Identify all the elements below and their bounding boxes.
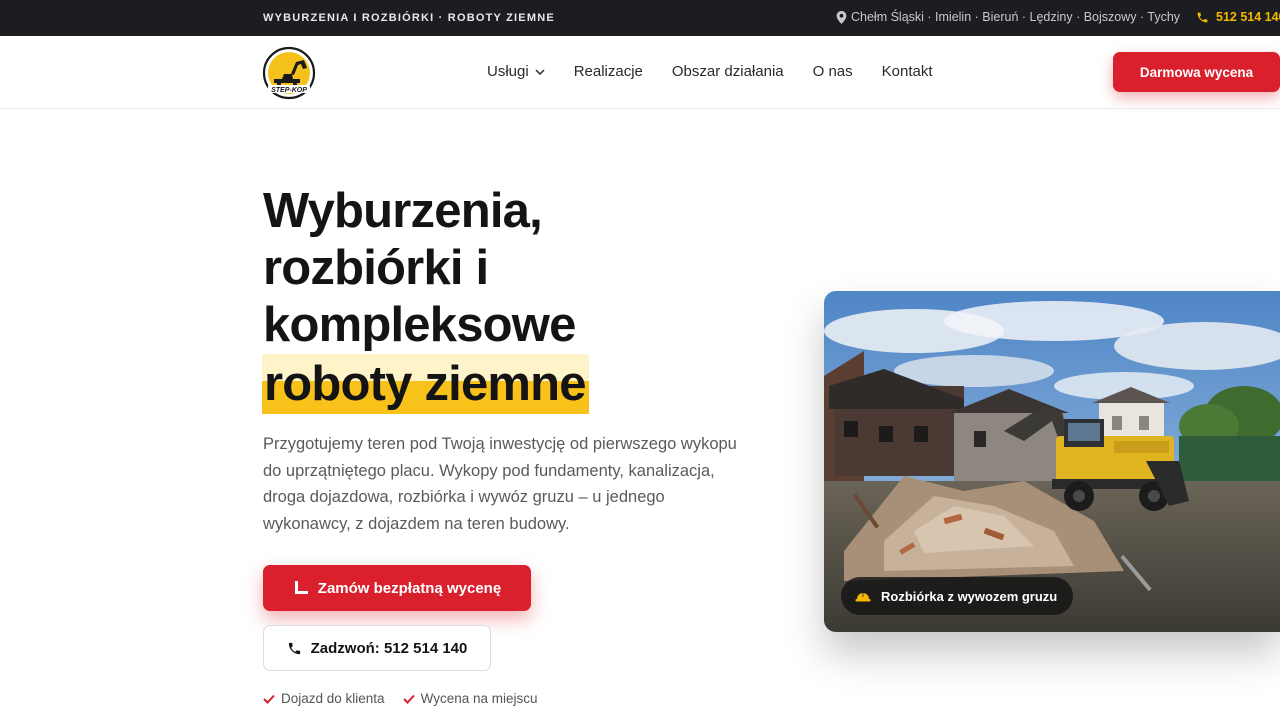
- ruler-icon: [294, 581, 308, 594]
- photo-caption-text: Rozbiórka z wywozem gruzu: [881, 588, 1058, 604]
- nav-projects[interactable]: Realizacje: [574, 63, 643, 80]
- hard-hat-icon: [855, 592, 871, 602]
- benefit-list: Dojazd do klienta Wycena na miejscu: [263, 691, 538, 706]
- nav-contact[interactable]: Kontakt: [882, 63, 933, 80]
- benefit-item: Wycena na miejscu: [402, 691, 538, 706]
- benefit-item: Dojazd do klienta: [263, 691, 385, 706]
- main-nav: Usługi Realizacje Obszar działania O nas…: [487, 63, 933, 80]
- call-button-label: Zadzwoń: 512 514 140: [310, 639, 468, 657]
- step-kop-logo[interactable]: STEP-KOP: [262, 46, 316, 100]
- logo-text: STEP-KOP: [271, 87, 307, 94]
- benefit-label: Wycena na miejscu: [420, 691, 538, 706]
- top-phone-number: 512 514 140: [1216, 10, 1280, 24]
- call-button[interactable]: Zadzwoń: 512 514 140: [263, 625, 491, 671]
- nav-services[interactable]: Usługi: [487, 63, 545, 80]
- hero-title-line-1: Wyburzenia,: [263, 184, 543, 238]
- nav-about[interactable]: O nas: [813, 63, 853, 80]
- hero-title-line-2: rozbiórki i: [263, 241, 489, 295]
- site-header: STEP-KOP Usługi Realizacje Obszar działa…: [0, 36, 1280, 109]
- hero-description: Przygotujemy teren pod Twoją inwestycję …: [263, 435, 737, 533]
- check-icon: [402, 694, 415, 704]
- top-phone-link[interactable]: 512 514 140: [1196, 10, 1280, 24]
- phone-icon: [1197, 12, 1208, 22]
- order-quote-label: Zamów bezpłatną wycenę: [317, 579, 502, 597]
- phone-icon: [288, 642, 300, 654]
- photo-caption-badge: Rozbiórka z wywozem gruzu: [841, 577, 1074, 615]
- service-area-list: Chełm Śląski · Imielin · Bieruń · Lędzin…: [836, 10, 1180, 24]
- service-area-text: Chełm Śląski · Imielin · Bieruń · Lędzin…: [851, 10, 1181, 24]
- free-quote-button[interactable]: Darmowa wycena: [1113, 52, 1280, 92]
- hero-title-line-3: kompleksowe: [263, 298, 576, 352]
- hero-title: Wyburzenia, rozbiórki i kompleksowe robo…: [262, 183, 589, 414]
- check-icon: [263, 694, 275, 704]
- order-quote-button[interactable]: Zamów bezpłatną wycenę: [263, 565, 531, 611]
- nav-area[interactable]: Obszar działania: [672, 63, 784, 80]
- top-bar-tagline: WYBURZENIA I ROZBIÓRKI · ROBOTY ZIEMNE: [263, 12, 555, 24]
- chevron-down-icon: [535, 68, 545, 75]
- map-pin-icon: [836, 10, 847, 24]
- top-bar: WYBURZENIA I ROZBIÓRKI · ROBOTY ZIEMNE C…: [0, 0, 1280, 36]
- nav-services-label: Usługi: [487, 63, 529, 80]
- benefit-label: Dojazd do klienta: [281, 691, 385, 706]
- hero-title-highlight: roboty ziemne: [262, 354, 589, 414]
